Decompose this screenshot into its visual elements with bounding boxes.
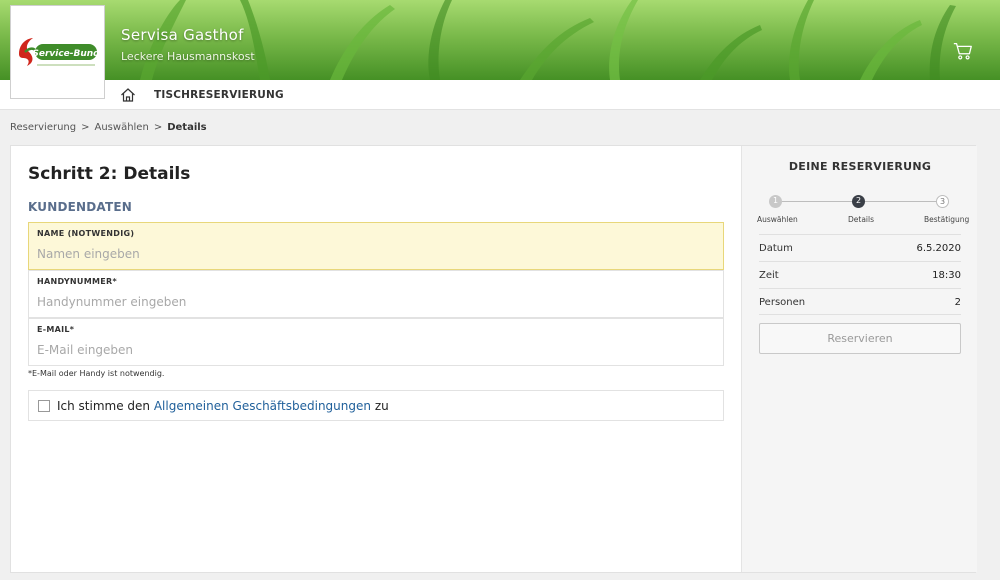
nav-bar: TISCHRESERVIERUNG xyxy=(0,80,1000,110)
phone-field[interactable]: HANDYNUMMER* xyxy=(28,270,724,318)
breadcrumb-separator: > xyxy=(81,122,90,133)
name-field-label: NAME (NOTWENDIG) xyxy=(37,229,135,238)
phone-input[interactable] xyxy=(37,293,707,311)
summary-value: 2 xyxy=(954,297,961,308)
brand: Servisa Gasthof Leckere Hausmannskost xyxy=(121,26,255,63)
progress-stepper: 1 2 3 xyxy=(760,195,961,209)
step-1-label: Auswählen xyxy=(757,215,798,224)
reservation-title: DEINE RESERVIERUNG xyxy=(788,160,932,173)
step-3-dot: 3 xyxy=(936,195,949,208)
breadcrumb-separator: > xyxy=(153,122,163,133)
summary-key: Personen xyxy=(759,297,806,308)
breadcrumb-reservierung[interactable]: Reservierung xyxy=(10,122,76,133)
breadcrumb-auswaehlen[interactable]: Auswählen xyxy=(95,122,149,133)
cart-icon[interactable] xyxy=(952,40,974,62)
page-title: Schritt 2: Details xyxy=(28,164,191,184)
brand-tagline: Leckere Hausmannskost xyxy=(121,50,255,63)
summary-row-persons: Personen 2 xyxy=(759,288,961,315)
email-field[interactable]: E-MAIL* xyxy=(28,318,724,366)
step-3-label: Bestätigung xyxy=(924,215,970,224)
stepper-line xyxy=(773,201,859,202)
brand-name: Servisa Gasthof xyxy=(121,26,244,44)
logo[interactable]: Service-Bund xyxy=(10,5,105,99)
terms-text: Ich stimme den Allgemeinen Geschäftsbedi… xyxy=(57,399,389,413)
section-title-kundendaten: KUNDENDATEN xyxy=(28,200,133,214)
summary-row-date: Datum 6.5.2020 xyxy=(759,234,961,261)
email-input[interactable] xyxy=(37,341,707,359)
email-field-label: E-MAIL* xyxy=(37,325,75,334)
terms-checkbox[interactable] xyxy=(38,400,50,412)
step-2-label: Details xyxy=(848,215,875,224)
summary-key: Zeit xyxy=(759,270,779,281)
summary-row-time: Zeit 18:30 xyxy=(759,261,961,288)
step-1-dot: 1 xyxy=(769,195,782,208)
terms-prefix: Ich stimme den xyxy=(57,399,154,413)
terms-row[interactable]: Ich stimme den Allgemeinen Geschäftsbedi… xyxy=(28,390,724,421)
contact-note: *E-Mail oder Handy ist notwendig. xyxy=(28,369,165,378)
phone-field-label: HANDYNUMMER* xyxy=(37,277,117,286)
summary-key: Datum xyxy=(759,243,793,254)
terms-suffix: zu xyxy=(371,399,389,413)
customer-form: Schritt 2: Details KUNDENDATEN NAME (NOT… xyxy=(11,146,741,572)
reserve-button[interactable]: Reservieren xyxy=(759,323,961,354)
terms-link[interactable]: Allgemeinen Geschäftsbedingungen xyxy=(154,399,371,413)
reservation-sidebar: DEINE RESERVIERUNG 1 2 3 Auswählen Detai… xyxy=(741,146,977,572)
main-card: Schritt 2: Details KUNDENDATEN NAME (NOT… xyxy=(10,145,977,573)
name-field[interactable]: NAME (NOTWENDIG) xyxy=(28,222,724,270)
breadcrumb: Reservierung > Auswählen > Details xyxy=(10,122,207,133)
step-2-dot: 2 xyxy=(852,195,865,208)
logo-text: Service-Bund xyxy=(32,49,100,59)
home-icon[interactable] xyxy=(120,87,136,103)
name-input[interactable] xyxy=(37,245,707,263)
summary-value: 18:30 xyxy=(932,270,961,281)
service-bund-logo: Service-Bund xyxy=(18,38,100,66)
summary-value: 6.5.2020 xyxy=(916,243,961,254)
nav-tischreservierung[interactable]: TISCHRESERVIERUNG xyxy=(154,89,284,101)
reservation-summary: Datum 6.5.2020 Zeit 18:30 Personen 2 xyxy=(759,234,961,315)
breadcrumb-details: Details xyxy=(167,122,207,133)
header-banner: Servisa Gasthof Leckere Hausmannskost xyxy=(0,0,1000,80)
